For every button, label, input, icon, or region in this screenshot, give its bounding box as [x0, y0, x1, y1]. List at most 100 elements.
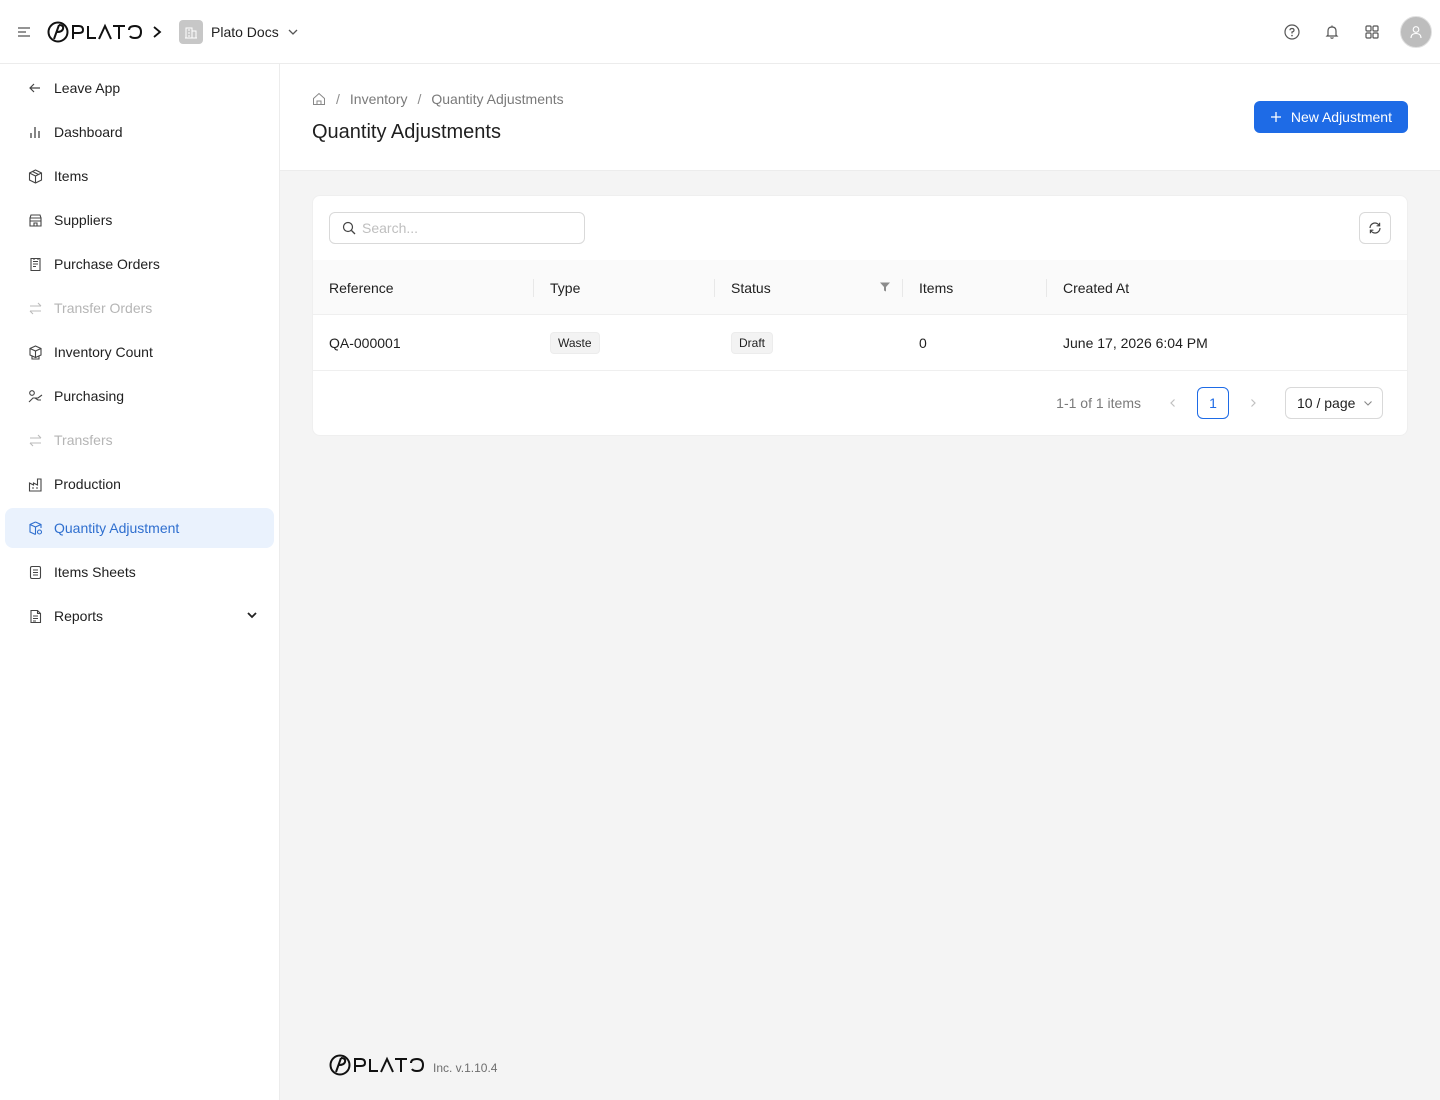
column-header-type[interactable]: Type — [534, 260, 715, 315]
adjustments-card: Reference Type Status Items Created At Q… — [312, 195, 1408, 436]
sidebar-item-label: Quantity Adjustment — [54, 520, 180, 536]
table-header: Reference Type Status Items Created At — [313, 260, 1407, 315]
footer: Inc. v.1.10.4 — [329, 1054, 497, 1076]
sidebar-item-label: Leave App — [54, 80, 121, 96]
menu-toggle-icon[interactable] — [14, 22, 34, 42]
sidebar-item-quantity-adjustment[interactable]: Quantity Adjustment — [5, 508, 274, 548]
breadcrumb-inventory[interactable]: Inventory — [350, 91, 408, 107]
sidebar-item-label: Suppliers — [54, 212, 113, 228]
breadcrumb-separator: / — [417, 91, 422, 107]
report-icon — [27, 608, 43, 624]
cell-type: Waste — [534, 315, 715, 371]
pagination: 1-1 of 1 items 1 10 / page — [1056, 387, 1383, 419]
search-input[interactable] — [362, 220, 562, 236]
sidebar-item-label: Items — [54, 168, 89, 184]
page-size-select[interactable]: 10 / page — [1285, 387, 1383, 419]
sidebar-item-label: Inventory Count — [54, 344, 153, 360]
sheet-icon — [27, 564, 43, 580]
column-header-created-at[interactable]: Created At — [1047, 260, 1407, 315]
column-header-items[interactable]: Items — [903, 260, 1047, 315]
filter-icon[interactable] — [879, 281, 891, 293]
sidebar-item-label: Items Sheets — [54, 564, 136, 580]
cell-created-at: June 17, 2026 6:04 PM — [1063, 335, 1208, 351]
search-box[interactable] — [329, 212, 585, 244]
new-adjustment-button[interactable]: New Adjustment — [1253, 101, 1408, 133]
column-label: Items — [919, 279, 954, 296]
chevron-down-icon — [1363, 398, 1373, 408]
sidebar-item-production[interactable]: Production — [5, 464, 274, 504]
refresh-button[interactable] — [1359, 212, 1391, 244]
org-name: Plato Docs — [211, 24, 279, 40]
cube-icon — [27, 168, 43, 184]
sidebar-item-label: Transfer Orders — [54, 300, 153, 316]
chevron-down-icon[interactable] — [246, 609, 258, 621]
plato-logo[interactable] — [47, 21, 143, 43]
home-icon[interactable] — [312, 92, 326, 106]
sidebar-item-purchase-orders[interactable]: Purchase Orders — [5, 244, 274, 284]
transfer-icon — [27, 300, 43, 316]
receipt-icon — [27, 256, 43, 272]
plus-icon — [1270, 111, 1282, 123]
footer-version: Inc. v.1.10.4 — [433, 1061, 498, 1075]
page-size-value: 10 / page — [1297, 395, 1356, 411]
top-bar: Plato Docs — [0, 0, 1440, 64]
sidebar-item-label: Transfers — [54, 432, 113, 448]
status-badge: Draft — [731, 332, 774, 354]
column-label: Created At — [1063, 279, 1130, 296]
type-tag: Waste — [550, 332, 600, 354]
sidebar-item-inventory-count[interactable]: Inventory Count — [5, 332, 274, 372]
column-label: Type — [550, 279, 581, 296]
chevron-right-icon — [1248, 398, 1258, 408]
help-icon[interactable] — [1280, 16, 1304, 48]
column-label: Status — [731, 279, 771, 296]
plato-logo — [329, 1054, 425, 1076]
new-adjustment-label: New Adjustment — [1290, 109, 1392, 125]
column-label: Reference — [329, 279, 394, 296]
sidebar-item-label: Dashboard — [54, 124, 123, 140]
store-icon — [27, 212, 43, 228]
sidebar-item-items-sheets[interactable]: Items Sheets — [5, 552, 274, 592]
breadcrumb: / Inventory / Quantity Adjustments — [312, 91, 564, 107]
pagination-total: 1-1 of 1 items — [1056, 395, 1141, 411]
boxes-icon — [27, 344, 43, 360]
cube-settings-icon — [27, 520, 43, 536]
sidebar-item-leave-app[interactable]: Leave App — [5, 68, 274, 108]
prev-page-button[interactable] — [1157, 387, 1189, 419]
search-icon — [342, 221, 356, 235]
column-header-reference[interactable]: Reference — [313, 260, 534, 315]
factory-icon — [27, 476, 43, 492]
sidebar-item-transfer-orders[interactable]: Transfer Orders — [5, 288, 274, 328]
sidebar-item-label: Purchasing — [54, 388, 125, 404]
apps-grid-icon[interactable] — [1360, 16, 1384, 48]
sidebar-item-reports[interactable]: Reports — [5, 596, 274, 636]
chevron-down-icon — [287, 26, 299, 38]
chevron-left-icon — [1168, 398, 1178, 408]
org-switcher[interactable]: Plato Docs — [179, 20, 299, 44]
page-title: Quantity Adjustments — [312, 121, 501, 143]
cell-status: Draft — [715, 315, 903, 371]
table-row[interactable]: QA-000001 Waste Draft 0 June 17, 2026 6:… — [313, 315, 1407, 371]
bell-icon[interactable] — [1320, 16, 1344, 48]
cell-items: 0 — [919, 335, 927, 351]
sidebar-item-label: Production — [54, 476, 121, 492]
sidebar-item-purchasing[interactable]: Purchasing — [5, 376, 274, 416]
user-avatar[interactable] — [1400, 16, 1432, 48]
adjustments-table: Reference Type Status Items Created At Q… — [313, 260, 1407, 371]
breadcrumb-current: Quantity Adjustments — [431, 91, 564, 107]
column-header-status[interactable]: Status — [715, 260, 903, 315]
sidebar-item-dashboard[interactable]: Dashboard — [5, 112, 274, 152]
sidebar: Leave App Dashboard Items Suppliers Purc… — [0, 64, 280, 1100]
transfer-icon — [27, 432, 43, 448]
breadcrumb-separator: / — [336, 91, 340, 107]
sidebar-item-label: Purchase Orders — [54, 256, 160, 272]
page-number-button[interactable]: 1 — [1197, 387, 1229, 419]
page-header: / Inventory / Quantity Adjustments Quant… — [280, 64, 1440, 171]
sidebar-item-items[interactable]: Items — [5, 156, 274, 196]
building-icon — [179, 20, 203, 44]
sidebar-item-label: Reports — [54, 608, 104, 624]
cell-reference[interactable]: QA-000001 — [313, 315, 534, 371]
sidebar-item-suppliers[interactable]: Suppliers — [5, 200, 274, 240]
sidebar-item-transfers[interactable]: Transfers — [5, 420, 274, 460]
bar-chart-icon — [27, 124, 43, 140]
next-page-button[interactable] — [1237, 387, 1269, 419]
